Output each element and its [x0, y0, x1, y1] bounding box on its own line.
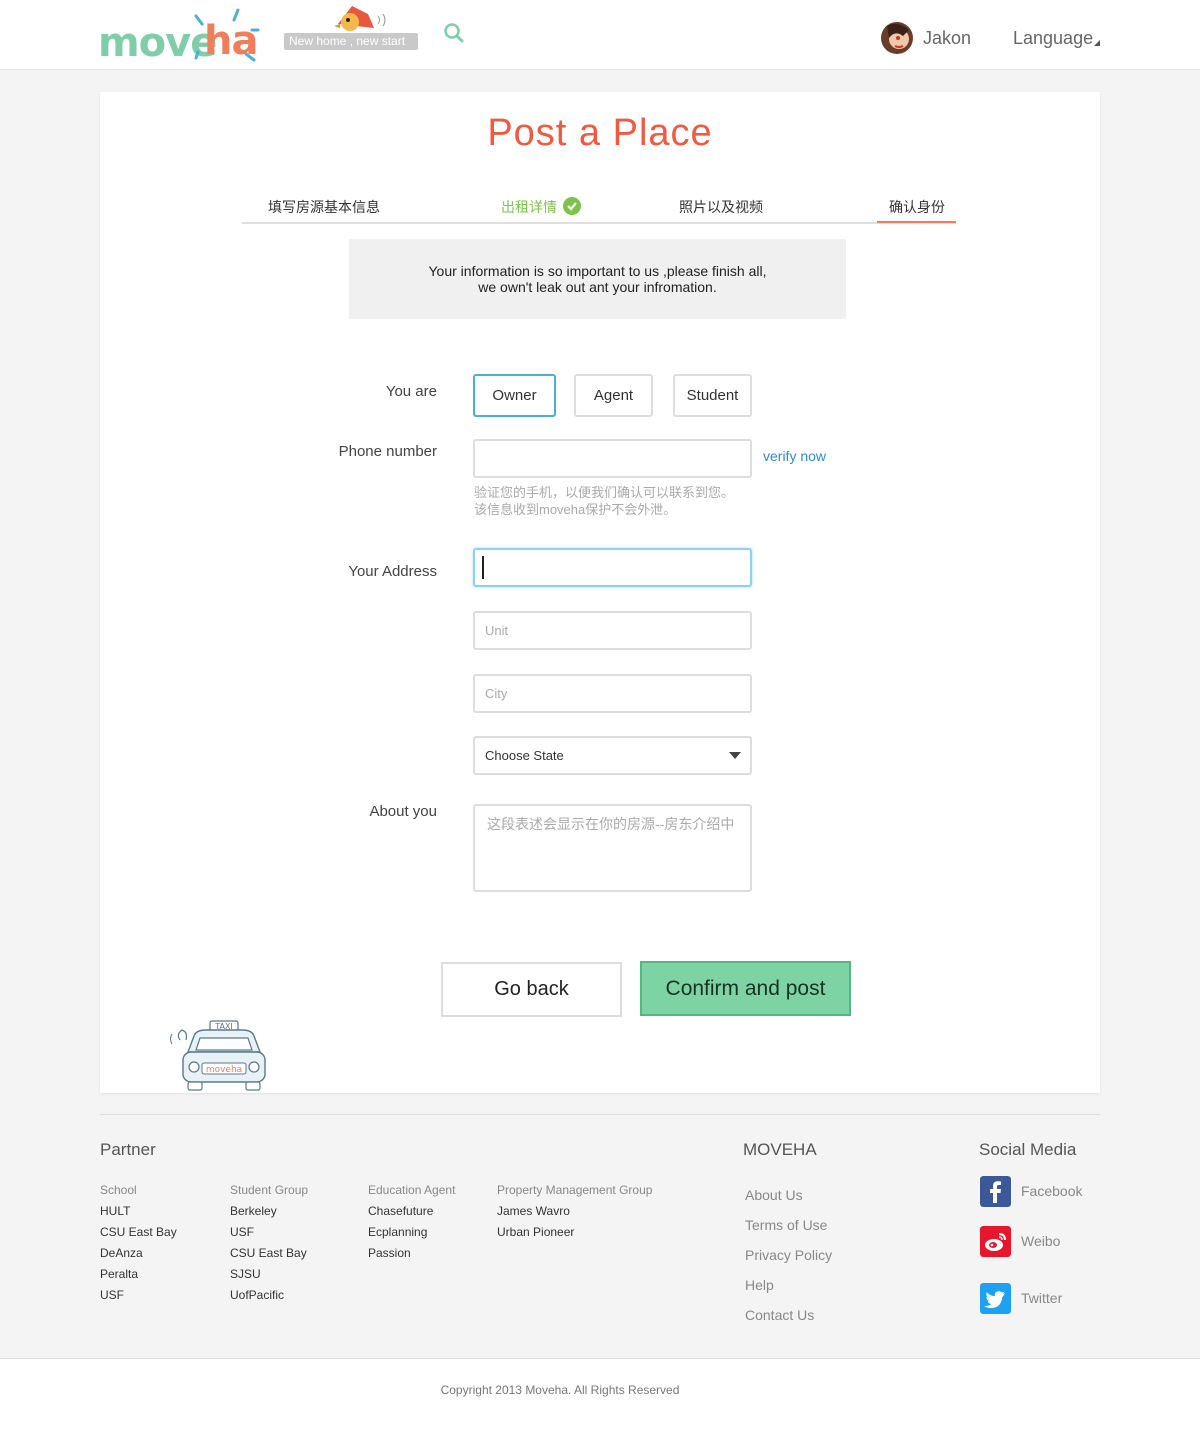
partner-link[interactable]: DeAnza — [100, 1243, 177, 1264]
partner-link[interactable]: Chasefuture — [368, 1201, 455, 1222]
city-input[interactable]: City — [473, 674, 752, 713]
terms-of-use-link[interactable]: Terms of Use — [745, 1210, 832, 1240]
you-are-label: You are — [385, 383, 437, 400]
partner-col-student-group: Student Group Berkeley USF CSU East Bay … — [230, 1180, 308, 1306]
weibo-icon — [980, 1226, 1011, 1257]
current-step-indicator — [877, 221, 956, 223]
check-circle-icon — [563, 197, 581, 215]
confirm-post-button[interactable]: Confirm and post — [640, 961, 851, 1016]
partner-link[interactable]: Ecplanning — [368, 1222, 455, 1243]
phone-hint: 验证您的手机，以便我们确认可以联系到您。 该信息收到moveha保护不会外泄。 — [474, 484, 734, 518]
language-selector[interactable]: Language — [1013, 28, 1093, 49]
partner-link[interactable]: Passion — [368, 1243, 455, 1264]
state-select[interactable]: Choose State — [473, 736, 752, 775]
footer-divider — [100, 1114, 1100, 1115]
weibo-label: Weibo — [1021, 1233, 1061, 1249]
help-link[interactable]: Help — [745, 1270, 832, 1300]
about-us-link[interactable]: About Us — [745, 1180, 832, 1210]
avatar-portrait-icon — [881, 22, 913, 54]
caret-down-icon — [1094, 40, 1100, 46]
phone-hint-line-1: 验证您的手机，以便我们确认可以联系到您。 — [474, 485, 735, 500]
step-photos-videos[interactable]: 照片以及视频 — [679, 197, 763, 217]
tagline-badge: New home , new start — [284, 33, 418, 50]
partner-link[interactable]: SJSU — [230, 1264, 308, 1285]
phone-input[interactable] — [473, 439, 752, 478]
partner-link[interactable]: USF — [230, 1222, 308, 1243]
partner-link[interactable]: UofPacific — [230, 1285, 308, 1306]
top-header: move ha New home , new start Jakon Langu… — [0, 0, 1200, 70]
partner-link[interactable]: Urban Pioneer — [497, 1222, 652, 1243]
address-label: Your Address — [348, 563, 437, 580]
facebook-icon — [980, 1176, 1011, 1207]
partner-link[interactable]: James Wavro — [497, 1201, 652, 1222]
partner-col-heading: Student Group — [230, 1183, 309, 1197]
state-select-value: Choose State — [485, 748, 564, 763]
user-name[interactable]: Jakon — [923, 28, 971, 49]
about-textarea[interactable]: 这段表述会显示在你的房源--房东介绍中 — [473, 804, 752, 892]
moveha-heading: MOVEHA — [743, 1140, 817, 1159]
role-agent-button[interactable]: Agent — [574, 374, 653, 417]
partner-col-heading: School — [100, 1183, 137, 1197]
step-verify-identity[interactable]: 确认身份 — [889, 197, 945, 217]
partner-col-heading: Education Agent — [368, 1183, 456, 1197]
unit-input[interactable]: Unit — [473, 611, 752, 650]
verify-now-link[interactable]: verify now — [763, 448, 826, 464]
phone-label: Phone number — [338, 443, 437, 460]
partner-link[interactable]: Berkeley — [230, 1201, 308, 1222]
moveha-links: About Us Terms of Use Privacy Policy Hel… — [745, 1180, 832, 1330]
about-label: About you — [369, 803, 437, 820]
partner-col-heading: Property Management Group — [497, 1183, 653, 1197]
notice-line-2: we own't leak out ant your infromation. — [478, 279, 717, 295]
facebook-label: Facebook — [1021, 1183, 1083, 1199]
address-input[interactable] — [473, 548, 752, 587]
step-basic-info[interactable]: 填写房源基本信息 — [268, 197, 380, 217]
go-back-button[interactable]: Go back — [441, 962, 622, 1017]
step-rental-details-label: 出租详情 — [501, 199, 557, 215]
partner-link[interactable]: Peralta — [100, 1264, 177, 1285]
partner-link[interactable]: CSU East Bay — [230, 1243, 308, 1264]
info-notice: Your information is so important to us ,… — [349, 239, 846, 319]
partner-link[interactable]: CSU East Bay — [100, 1222, 177, 1243]
taxi-plate-text: moveha — [206, 1065, 242, 1075]
partner-link[interactable]: USF — [100, 1285, 177, 1306]
partner-col-property-management: Property Management Group James Wavro Ur… — [497, 1180, 652, 1243]
role-owner-button[interactable]: Owner — [473, 374, 556, 417]
logo-sparkle-icon — [194, 8, 260, 62]
partner-link[interactable]: HULT — [100, 1201, 177, 1222]
dropdown-arrow-icon — [729, 752, 741, 759]
notice-line-1: Your information is so important to us ,… — [428, 263, 767, 279]
progress-steps: 填写房源基本信息 出租详情 照片以及视频 确认身份 — [242, 190, 956, 224]
page-title: Post a Place — [487, 112, 713, 154]
copyright-text: Copyright 2013 Moveha. All Rights Reserv… — [440, 1383, 680, 1397]
bird-mascot-icon — [334, 6, 386, 31]
taxi-mascot-icon: TAXI moveha — [170, 1020, 266, 1091]
contact-us-link[interactable]: Contact Us — [745, 1300, 832, 1330]
text-cursor — [482, 556, 484, 579]
privacy-policy-link[interactable]: Privacy Policy — [745, 1240, 832, 1270]
search-icon[interactable] — [443, 22, 465, 44]
partner-col-school: School HULT CSU East Bay DeAnza Peralta … — [100, 1180, 177, 1306]
user-avatar[interactable] — [881, 22, 913, 54]
social-media-heading: Social Media — [979, 1140, 1077, 1159]
twitter-label: Twitter — [1021, 1290, 1063, 1306]
phone-hint-line-2: 该信息收到moveha保护不会外泄。 — [474, 502, 677, 517]
step-rental-details[interactable]: 出租详情 — [501, 197, 581, 217]
twitter-icon — [980, 1283, 1011, 1314]
partner-col-education-agent: Education Agent Chasefuture Ecplanning P… — [368, 1180, 455, 1264]
partner-heading: Partner — [100, 1140, 156, 1159]
role-student-button[interactable]: Student — [673, 374, 752, 417]
bottom-bar — [0, 1358, 1200, 1449]
moveha-logo[interactable]: move ha — [98, 8, 268, 66]
